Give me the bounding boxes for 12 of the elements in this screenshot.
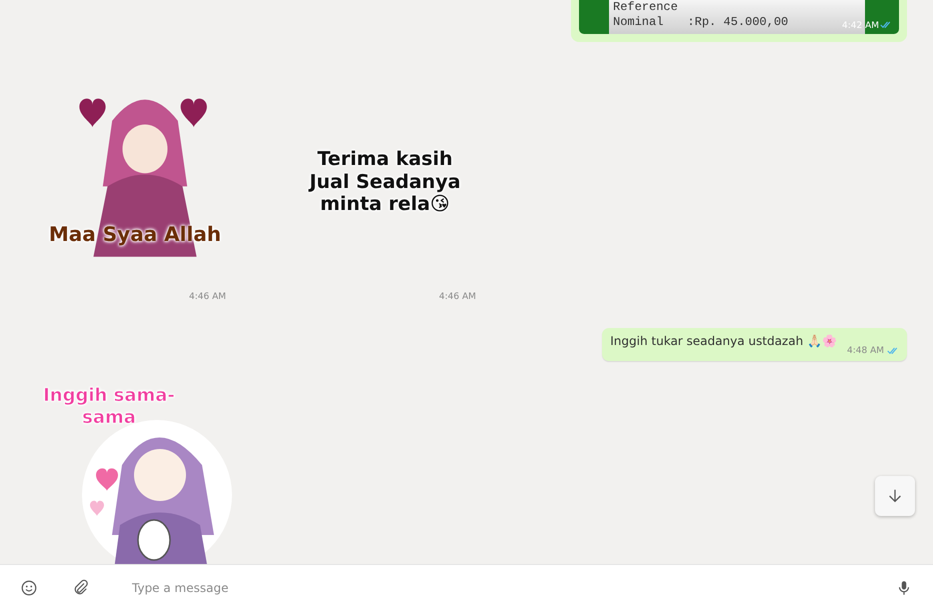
message-time: 4:46 AM bbox=[439, 292, 476, 302]
receipt-value: :Rp. 45.000,00 bbox=[687, 15, 788, 30]
message-text: Inggih tukar seadanya ustdazah 🙏🏻🌸 bbox=[610, 334, 837, 350]
receipt-label: Nominal bbox=[613, 15, 664, 30]
message-time: 4:48 AM bbox=[847, 346, 884, 356]
sticker-caption: Terima kasih Jual Seadanya minta rela😘 bbox=[308, 148, 462, 216]
sticker-caption: Inggih sama-sama bbox=[42, 385, 176, 428]
receipt-label: Reference bbox=[613, 0, 678, 15]
emoji-icon[interactable] bbox=[20, 578, 38, 596]
message-time: 4:46 AM bbox=[189, 292, 226, 302]
message-bubble[interactable]: Inggih tukar seadanya ustdazah 🙏🏻🌸 4:48 AM bbox=[602, 328, 907, 361]
paperclip-icon[interactable] bbox=[72, 578, 90, 596]
